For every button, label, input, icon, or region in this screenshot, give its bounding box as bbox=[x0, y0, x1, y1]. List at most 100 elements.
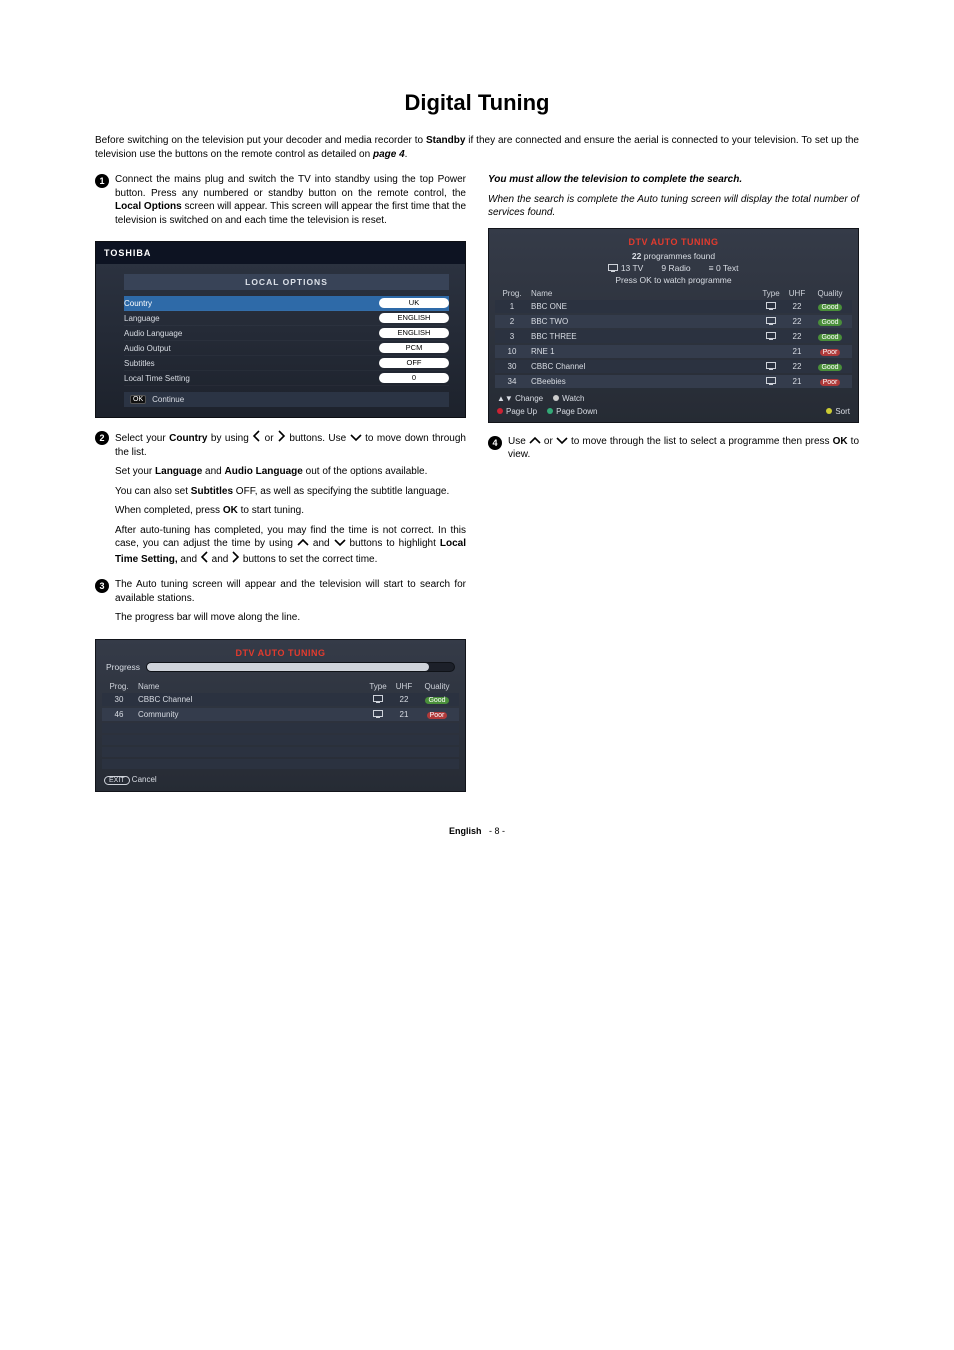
blank-row bbox=[102, 723, 459, 733]
tv-icon bbox=[373, 710, 383, 717]
chevron-right-icon bbox=[277, 430, 286, 442]
cell: Poor bbox=[810, 377, 850, 386]
quality-badge: Good bbox=[818, 364, 841, 371]
quality-badge: Poor bbox=[820, 349, 841, 356]
must-allow: You must allow the television to complet… bbox=[488, 173, 859, 187]
footer-lang: English bbox=[449, 826, 482, 836]
dtv-scan-title: DTV AUTO TUNING bbox=[102, 648, 459, 658]
blank-row bbox=[102, 747, 459, 757]
cell: Good bbox=[810, 362, 850, 371]
lo-row-subtitles[interactable]: Subtitles OFF bbox=[124, 356, 449, 371]
cell: Good bbox=[810, 332, 850, 341]
cell: 10 bbox=[497, 347, 527, 356]
result-header-row: Prog. Name Type UHF Quality bbox=[495, 287, 852, 300]
step3-t2: The progress bar will move along the lin… bbox=[115, 611, 466, 625]
lo-continue[interactable]: OK Continue bbox=[124, 392, 449, 407]
cell: 34 bbox=[497, 377, 527, 386]
lo-field: OFF bbox=[379, 358, 449, 368]
cell: 30 bbox=[104, 695, 134, 704]
t: out of the options available. bbox=[303, 466, 428, 477]
t: and bbox=[178, 554, 200, 565]
result-row[interactable]: 2BBC TWO22Good bbox=[495, 315, 852, 328]
t: Use bbox=[508, 436, 529, 447]
t: and bbox=[202, 466, 224, 477]
cell bbox=[758, 362, 784, 371]
dtv-result-title: DTV AUTO TUNING bbox=[495, 237, 852, 247]
hint-sort: Sort bbox=[826, 407, 850, 416]
lo-row-audio-output[interactable]: Audio Output PCM bbox=[124, 341, 449, 356]
chevron-right-icon bbox=[231, 551, 240, 563]
cell: 21 bbox=[391, 710, 417, 719]
brand-label: TOSHIBA bbox=[96, 242, 465, 264]
cell: 22 bbox=[784, 302, 810, 311]
quality-badge: Good bbox=[818, 319, 841, 326]
tv-icon bbox=[766, 377, 776, 384]
t: Country bbox=[169, 433, 207, 444]
t: buttons to highlight bbox=[346, 538, 440, 549]
intro-paragraph: Before switching on the television put y… bbox=[95, 134, 859, 161]
result-row[interactable]: 3BBC THREE 22Good bbox=[495, 330, 852, 343]
tv-icon bbox=[766, 362, 776, 369]
intro-page4: page 4 bbox=[373, 149, 405, 160]
lo-label: Local Time Setting bbox=[124, 374, 379, 383]
left-column: 1 Connect the mains plug and switch the … bbox=[95, 173, 466, 804]
lo-label: Language bbox=[124, 314, 379, 323]
dtv-result-panel: DTV AUTO TUNING 22 programmes found 13 T… bbox=[488, 228, 859, 423]
cell: 22 bbox=[784, 332, 810, 341]
cell bbox=[758, 332, 784, 341]
press-ok: Press OK to watch programme bbox=[495, 275, 852, 285]
cell bbox=[758, 377, 784, 386]
cell: 3 bbox=[497, 332, 527, 341]
hdr-uhf: UHF bbox=[391, 682, 417, 691]
result-row[interactable]: 34CBeebies21Poor bbox=[495, 375, 852, 388]
cell: CBBC Channel bbox=[134, 695, 365, 704]
cell: BBC ONE bbox=[527, 302, 758, 311]
tv-icon bbox=[766, 317, 776, 324]
cell bbox=[365, 695, 391, 704]
scan-row: 30 CBBC Channel 22 Good bbox=[102, 693, 459, 706]
result-row[interactable]: 30CBBC Channel22Good bbox=[495, 360, 852, 373]
cell: Good bbox=[810, 317, 850, 326]
result-row[interactable]: 10RNE 121Poor bbox=[495, 345, 852, 358]
t: and bbox=[209, 554, 231, 565]
tv-icon bbox=[766, 302, 776, 309]
cell: Poor bbox=[417, 710, 457, 719]
continue-label: Continue bbox=[152, 395, 184, 404]
cell: 22 bbox=[784, 362, 810, 371]
t: or bbox=[261, 433, 277, 444]
hdr-uhf: UHF bbox=[784, 289, 810, 298]
hdr-prog: Prog. bbox=[497, 289, 527, 298]
intro-pre: Before switching on the television put y… bbox=[95, 135, 426, 146]
step3-t1: The Auto tuning screen will appear and t… bbox=[115, 578, 466, 605]
lo-field: 0 bbox=[379, 373, 449, 383]
step-1-bullet: 1 bbox=[95, 174, 109, 188]
t: to start tuning. bbox=[238, 505, 304, 516]
exit-pill: EXIT bbox=[104, 776, 130, 785]
t: OK bbox=[833, 436, 848, 447]
cell: 22 bbox=[391, 695, 417, 704]
step2-line-e: After auto-tuning has completed, you may… bbox=[115, 524, 466, 567]
local-options-title: LOCAL OPTIONS bbox=[124, 274, 449, 290]
blank-row bbox=[102, 735, 459, 745]
t: Watch bbox=[562, 394, 584, 403]
step2-line-a: Select your Country by using or buttons.… bbox=[115, 430, 466, 459]
hdr-qual: Quality bbox=[810, 289, 850, 298]
counts-row: 13 TV 9 Radio ≡ 0 Text bbox=[495, 263, 852, 273]
t: Subtitles bbox=[191, 486, 233, 497]
intro-standby: Standby bbox=[426, 135, 465, 146]
cancel-label: Cancel bbox=[132, 775, 157, 784]
cell: BBC THREE bbox=[527, 332, 758, 341]
scan-header-row: Prog. Name Type UHF Quality bbox=[102, 680, 459, 693]
lo-row-audio-language[interactable]: Audio Language ENGLISH bbox=[124, 326, 449, 341]
hdr-prog: Prog. bbox=[104, 682, 134, 691]
blank-row bbox=[102, 759, 459, 769]
cell: BBC TWO bbox=[527, 317, 758, 326]
lo-row-country[interactable]: Country UK bbox=[124, 296, 449, 311]
t: and bbox=[309, 538, 334, 549]
lo-row-language[interactable]: Language ENGLISH bbox=[124, 311, 449, 326]
t: to move through the list to select a pro… bbox=[568, 436, 833, 447]
result-row[interactable]: 1BBC ONE22Good bbox=[495, 300, 852, 313]
hint-change: ▲▼ Change bbox=[497, 394, 543, 403]
lo-row-local-time[interactable]: Local Time Setting 0 bbox=[124, 371, 449, 386]
hdr-type: Type bbox=[365, 682, 391, 691]
